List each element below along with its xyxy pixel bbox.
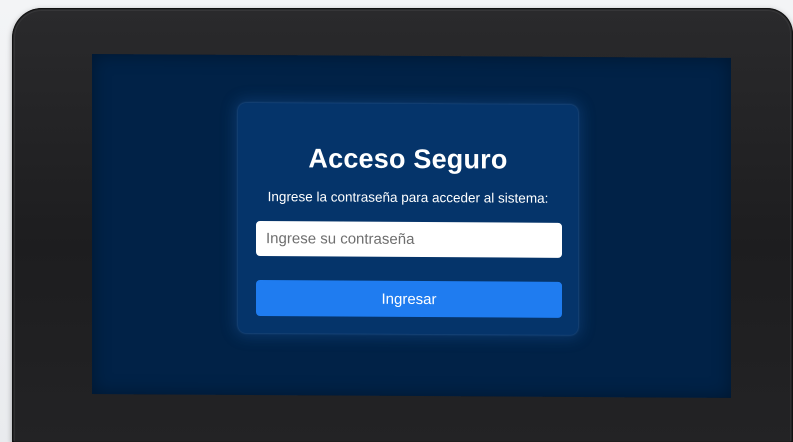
tablet-device-frame: Acceso Seguro Ingrese la contraseña para… <box>12 8 793 442</box>
login-card: Acceso Seguro Ingrese la contraseña para… <box>238 102 578 335</box>
submit-button[interactable]: Ingresar <box>256 280 562 318</box>
login-title: Acceso Seguro <box>308 143 508 175</box>
photo-scene: Acceso Seguro Ingrese la contraseña para… <box>0 0 793 442</box>
login-instruction: Ingrese la contraseña para acceder al si… <box>267 189 549 206</box>
password-input[interactable] <box>256 221 562 258</box>
device-screen: Acceso Seguro Ingrese la contraseña para… <box>92 54 731 398</box>
